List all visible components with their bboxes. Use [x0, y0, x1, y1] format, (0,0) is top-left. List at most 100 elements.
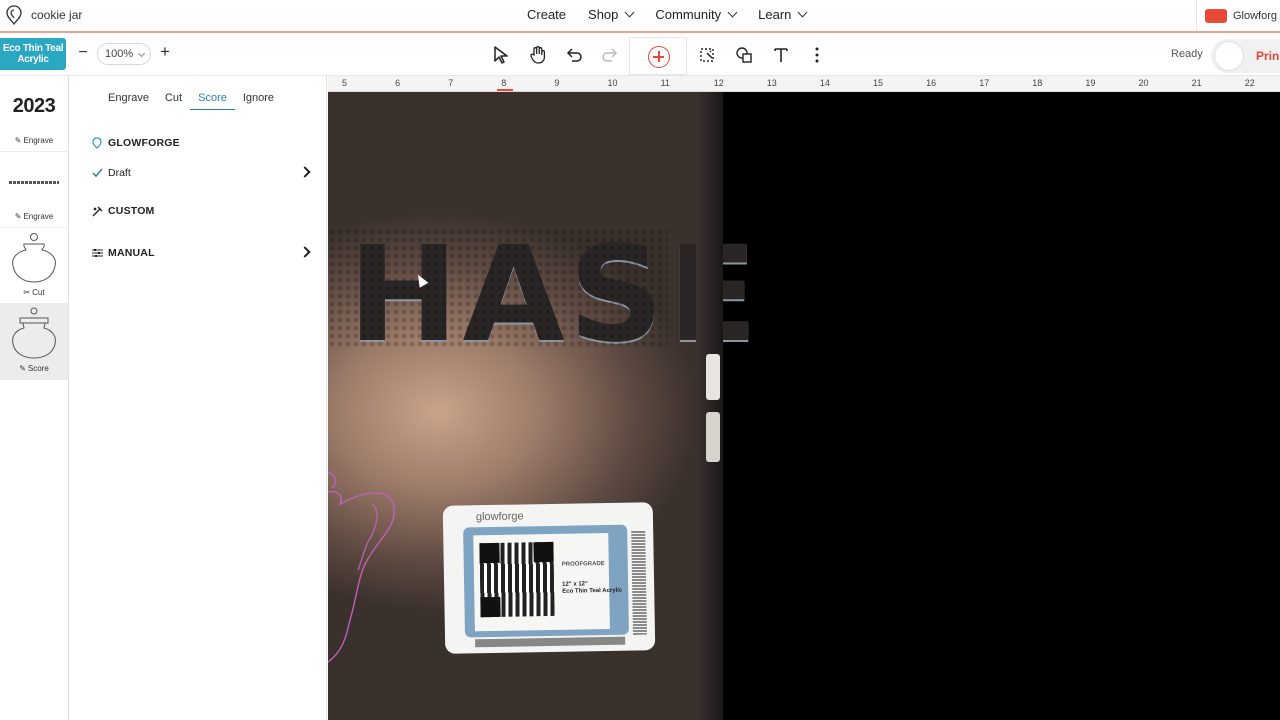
- nav-create[interactable]: Create: [527, 7, 566, 22]
- thumbnail-item[interactable]: ✂ Cut: [0, 228, 68, 304]
- label-brand: glowforge: [475, 510, 524, 524]
- jar-outline-icon: [12, 233, 56, 283]
- text-tool-icon[interactable]: [771, 45, 791, 65]
- glowforge-label: GLOWFORGE: [108, 137, 180, 149]
- material-badge[interactable]: Eco Thin Teal Acrylic: [0, 38, 66, 70]
- printer-icon: [1205, 8, 1227, 23]
- label-material: Eco Thin Teal Acrylic: [562, 587, 623, 595]
- thumbnail-item[interactable]: ✎ Engrave: [0, 152, 68, 228]
- pencil-icon: ✎: [14, 212, 22, 221]
- ruler-tick-label: 10: [607, 78, 618, 88]
- ruler-tick-label: 6: [395, 78, 401, 88]
- label-proofgrade: PROOFGRADE: [561, 561, 605, 568]
- thumbnail-caption: ✎ Engrave: [0, 212, 68, 221]
- label-footer: [475, 636, 626, 648]
- nav-learn[interactable]: Learn: [758, 7, 808, 22]
- thumbnail-caption: ✎ Engrave: [0, 136, 68, 145]
- nav-create-label: Create: [527, 7, 567, 22]
- printer-name: Glowforg: [1233, 9, 1278, 22]
- zoom-value: 100%: [105, 48, 134, 60]
- manual-label: MANUAL: [108, 247, 155, 259]
- horizontal-ruler: 5 6 7 8 9 10 11 12 13 14 15 16 17 18 19 20 21 22: [328, 76, 1280, 92]
- thumbnail-caption: ✂ Cut: [0, 288, 68, 297]
- thumbnail-year-text: 2023: [12, 94, 56, 117]
- scissors-icon: ✂: [23, 288, 31, 297]
- print-label: Prin: [1256, 49, 1280, 63]
- chevron-down-icon: [137, 49, 146, 58]
- plus-circle-icon: [648, 46, 670, 68]
- thumbnail-art: 2023: [0, 80, 68, 132]
- material-clip: [706, 412, 720, 462]
- zoom-in-button[interactable]: +: [158, 43, 172, 61]
- honeycomb-texture: [328, 228, 668, 348]
- nav-learn-label: Learn: [758, 7, 792, 22]
- qr-code-icon: [479, 541, 555, 618]
- label-material-block: 12" x 12" Eco Thin Teal Acrylic: [562, 581, 622, 596]
- thumbnail-art: [0, 307, 68, 360]
- thumbnail-caption-label: Engrave: [23, 136, 54, 145]
- tab-score[interactable]: Score: [190, 90, 235, 110]
- draft-setting-option[interactable]: Draft: [91, 163, 311, 183]
- pan-hand-icon[interactable]: [528, 45, 548, 65]
- ruler-tick-label: 15: [873, 78, 884, 88]
- glowforge-logo-icon[interactable]: [6, 5, 22, 25]
- wand-icon: [91, 205, 103, 217]
- tab-ignore[interactable]: Ignore: [235, 90, 282, 110]
- top-navigation: cookie jar Create Shop Community Learn G…: [0, 0, 1280, 33]
- zoom-out-button[interactable]: −: [77, 45, 89, 61]
- more-options-icon[interactable]: [807, 45, 827, 65]
- zoom-select[interactable]: 100%: [97, 43, 151, 65]
- material-clip: [706, 354, 720, 400]
- printer-account-button[interactable]: Glowforg: [1196, 0, 1280, 31]
- custom-settings-option[interactable]: CUSTOM: [91, 201, 311, 221]
- add-artwork-button[interactable]: [629, 37, 687, 75]
- nav-shop[interactable]: Shop: [588, 7, 635, 22]
- cookie-jar-design-outline[interactable]: [328, 470, 398, 670]
- material-photo: HASE glowforge PROOFGRADE 12" x 12" Eco …: [328, 92, 758, 720]
- magic-trace-icon[interactable]: [698, 45, 718, 65]
- thumbnail-caption-label: Score: [27, 364, 49, 373]
- thumbnail-art: [0, 156, 68, 208]
- ruler-tick-label: 19: [1085, 78, 1096, 88]
- sliders-icon: [91, 247, 103, 259]
- ruler-tick-label: 13: [766, 78, 777, 88]
- ruler-tick-label: 18: [1032, 78, 1043, 88]
- jar-lid-outline-icon: [12, 307, 56, 359]
- ruler-tick-label: 16: [926, 78, 937, 88]
- manual-settings-option[interactable]: MANUAL: [91, 243, 311, 263]
- nav-community[interactable]: Community: [655, 7, 738, 22]
- ruler-tick-label: 7: [448, 78, 454, 88]
- design-title[interactable]: cookie jar: [31, 8, 82, 22]
- tab-cut[interactable]: Cut: [157, 90, 190, 110]
- ruler-tick-label: 8: [501, 78, 507, 88]
- undo-icon[interactable]: [564, 45, 584, 65]
- chevron-right-icon: [299, 166, 311, 178]
- proofgrade-material-label: glowforge PROOFGRADE 12" x 12" Eco Thin …: [442, 502, 656, 654]
- shapes-icon[interactable]: [734, 45, 754, 65]
- chevron-right-icon: [299, 246, 311, 258]
- print-button[interactable]: Prin: [1211, 39, 1280, 73]
- thumbnail-text-art: [9, 180, 59, 184]
- thumbnail-caption-label: Cut: [32, 288, 45, 297]
- main-nav: Create Shop Community Learn: [527, 7, 828, 22]
- select-tool-icon[interactable]: [491, 45, 511, 65]
- ruler-tick-label: 12: [713, 78, 724, 88]
- printer-status: Ready: [1171, 48, 1203, 60]
- thumbnail-item[interactable]: 2023 ✎ Engrave: [0, 76, 68, 152]
- tab-engrave[interactable]: Engrave: [100, 90, 157, 110]
- barcode-icon: [631, 530, 647, 635]
- operation-settings-panel: Engrave Cut Score Ignore GLOWFORGE Draft…: [69, 76, 327, 720]
- chevron-down-icon: [624, 7, 635, 18]
- nav-shop-label: Shop: [588, 7, 619, 22]
- ruler-tick-label: 21: [1191, 78, 1202, 88]
- bed-camera-canvas[interactable]: HASE glowforge PROOFGRADE 12" x 12" Eco …: [328, 92, 1280, 720]
- chevron-down-icon: [797, 7, 808, 18]
- operation-tabs: Engrave Cut Score Ignore: [100, 90, 282, 110]
- thumbnail-item[interactable]: ✎ Score: [0, 304, 68, 380]
- ruler-tick-label: 20: [1138, 78, 1149, 88]
- glowforge-pin-icon: [91, 137, 103, 149]
- redo-icon[interactable]: [600, 45, 620, 65]
- pencil-icon: ✎: [14, 136, 22, 145]
- ruler-tick-label: 22: [1244, 78, 1255, 88]
- nav-community-label: Community: [655, 7, 722, 22]
